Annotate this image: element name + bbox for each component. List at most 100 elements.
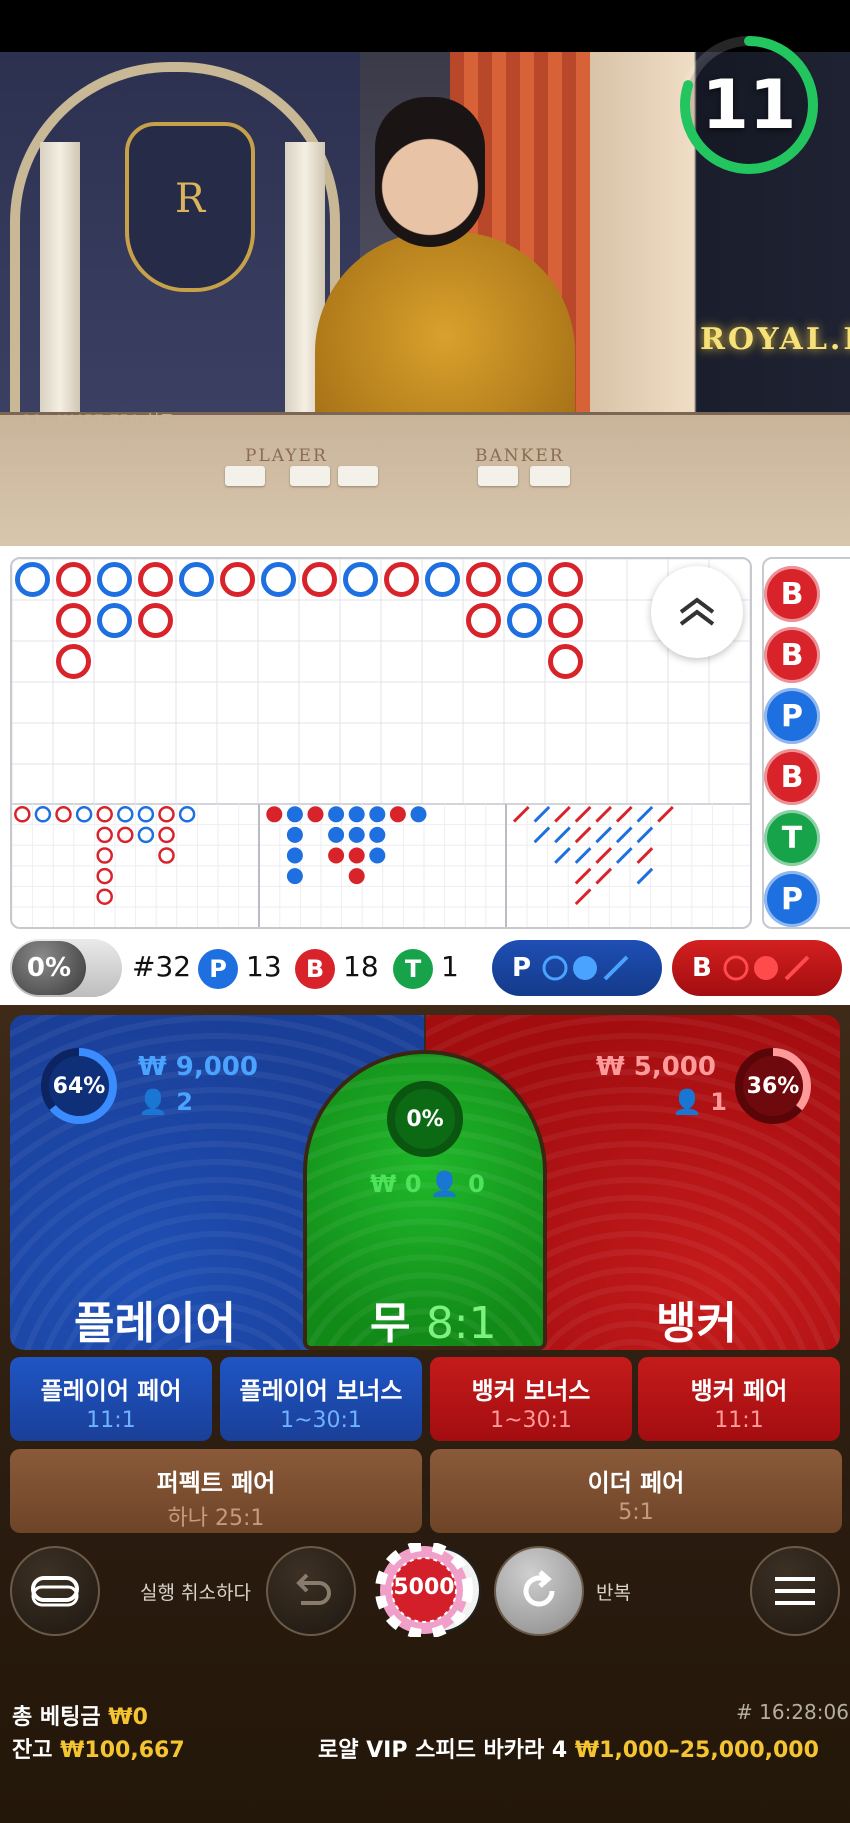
player-pair-button[interactable]: 플레이어 페어 11:1 [10,1357,212,1441]
big-eye-mark [96,847,113,864]
big-road-mark [97,562,132,597]
banker-label: 뱅커 [656,1298,737,1349]
banker-pair-button[interactable]: 뱅커 페어 11:1 [638,1357,840,1441]
big-eye-mark [75,806,93,823]
player-label: 플레이어 [74,1298,236,1349]
cockroach-road-mark [533,805,551,823]
video-overlay-text: 11 · ₩457,750 히드 [22,411,175,430]
big-road-mark [343,562,378,597]
small-road-mark [286,847,303,864]
banker-table-label: BANKER [475,446,565,466]
either-pair-button[interactable]: 이더 페어 5:1 [430,1449,842,1533]
predict-banker-letter: B [692,953,712,983]
small-road-mark [348,847,365,864]
small-road-mark [286,826,303,843]
playing-card [530,466,570,486]
big-eye-mark [117,806,134,823]
big-road-mark [179,562,214,597]
player-bonus-button[interactable]: 플레이어 보너스 1~30:1 [220,1357,422,1441]
small-road-mark [348,826,365,843]
repeat-button[interactable] [494,1546,584,1636]
cockroach-road-mark [595,847,613,864]
countdown-timer: 11 [701,65,797,145]
cockroach-road-mark [615,805,633,823]
percent-toggle-knob[interactable]: 0% [12,941,86,995]
cockroach-road-mark [615,826,633,844]
collapse-roadmap-button[interactable] [651,566,743,658]
big-eye-mark [158,806,175,823]
big-road-mark [507,562,542,597]
big-road-mark [466,603,501,638]
bead-plate-item: B [764,627,820,683]
tie-odds: 8:1 [425,1298,497,1349]
video-pillar [40,142,80,442]
big-eye-mark [117,826,134,844]
player-predict-button[interactable]: P [492,940,662,996]
chevron-double-up-icon [679,597,715,626]
small-road-mark [286,806,303,823]
banker-predict-button[interactable]: B [672,940,842,996]
big-road-mark [425,562,460,597]
banker-percent: 36% [746,1073,800,1099]
big-eye-mark [137,826,155,844]
bead-plate-item: T [764,810,820,866]
cockroach-road-mark [636,805,654,823]
small-road-mark [410,806,427,823]
repeat-label: 반복 [596,1582,631,1604]
big-road-mark [548,562,583,597]
user-icon: 👤 [672,1088,702,1116]
hamburger-menu-icon [775,1577,815,1605]
small-road-mark [286,868,303,885]
small-road-mark [369,826,386,843]
big-road-mark [466,562,501,597]
cockroach-road-mark [636,826,654,844]
cockroach-road-mark [512,805,530,823]
banker-count-badge: B [295,949,335,989]
big-eye-mark [55,806,72,823]
bead-plate-item: P [764,871,820,927]
banker-bonus-button[interactable]: 뱅커 보너스 1~30:1 [430,1357,632,1441]
player-percent: 64% [52,1073,106,1099]
tie-label: 무 8:1 [370,1298,497,1349]
big-eye-mark [96,867,113,885]
cockroach-road-mark [574,888,592,906]
menu-button[interactable] [750,1546,840,1636]
chat-button[interactable] [10,1546,100,1636]
royal-crest-logo: R [125,122,255,292]
predict-player-icons [542,955,629,981]
big-road-mark [548,603,583,638]
round-number: #32 [132,950,192,983]
playing-card [478,466,518,486]
dealer-head [375,97,485,247]
user-icon: 👤 [138,1088,168,1116]
small-road-mark [348,806,365,823]
undo-label: 실행 취소하다 [140,1582,251,1604]
cockroach-road-mark [554,847,571,864]
big-eye-mark [137,806,155,823]
playing-card [290,466,330,486]
table-info: 로얄 VIP 스피드 바카라 4 ₩1,000–25,000,000 [318,1738,819,1763]
tie-percent: 0% [406,1106,444,1132]
undo-button[interactable] [266,1546,356,1636]
repeat-icon [523,1570,555,1607]
bead-plate-item: B [764,749,820,805]
big-road-mark [56,562,91,597]
banker-users: 👤 1 [672,1088,727,1116]
cockroach-road-mark [574,847,592,864]
small-road-mark [328,847,345,864]
baccarat-app: R ROYAL.I PLAYER BANKER 11 · ₩457,750 히드… [0,0,850,1823]
player-count-badge: P [198,949,238,989]
cockroach-road-mark [595,867,613,885]
scoreboard-roadmap[interactable] [10,557,752,929]
big-road-mark [56,644,91,679]
bead-plate-item: B [764,566,820,622]
perfect-pair-button[interactable]: 퍼펙트 페어 하나 25:1 [10,1449,422,1533]
total-bet: 총 베팅금 ₩0 [12,1705,148,1730]
big-eye-mark [96,888,113,905]
big-road-mark [302,562,337,597]
small-road-mark [266,806,283,823]
cockroach-road-mark [533,826,551,844]
big-road-mark [97,603,132,638]
big-road-mark [138,603,173,638]
cockroach-road-mark [574,826,592,844]
